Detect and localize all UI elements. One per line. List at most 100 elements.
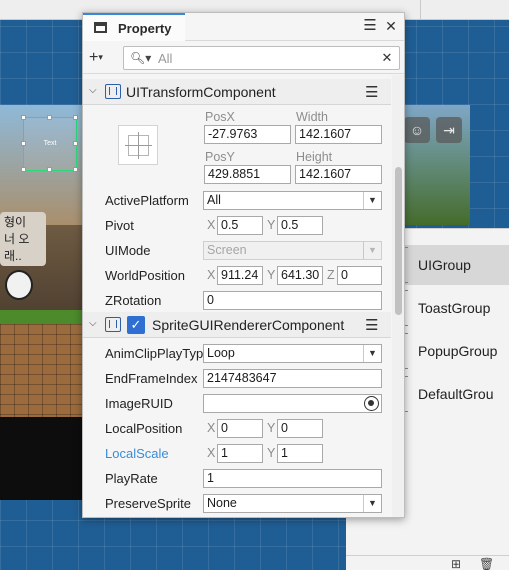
world-y-axis: Y (267, 268, 276, 282)
anchor-preset-widget[interactable] (118, 125, 158, 165)
posx-label: PosX (205, 110, 235, 124)
add-component-button[interactable]: +▾ (89, 49, 113, 67)
anchor-v-line (138, 132, 139, 159)
game-view-right[interactable]: ☺ ⇥ (404, 105, 470, 225)
property-content[interactable]: ⌵ UITransformComponent ☰ PosX Width -27.… (83, 75, 404, 517)
chevron-down-icon: ▾ (98, 52, 103, 62)
component-icon (105, 317, 121, 332)
local-scale-y-axis: Y (267, 446, 276, 460)
image-ruid-label: ImageRUID (105, 396, 173, 411)
resize-handle-tr[interactable] (73, 115, 78, 120)
editor-tab-edge (420, 0, 480, 20)
uitransform-name: UITransformComponent (126, 84, 276, 100)
resize-handle-tl[interactable] (21, 115, 26, 120)
close-icon[interactable]: ✕ (383, 18, 399, 34)
world-position-label: WorldPosition (105, 268, 185, 283)
uimode-select: Screen ▼ (203, 241, 382, 260)
play-rate-field[interactable]: 1 (203, 469, 382, 488)
add-group-icon[interactable]: ⊞ (449, 558, 463, 570)
component-icon (105, 84, 121, 99)
chevron-down-icon: ▼ (363, 345, 381, 362)
anim-clip-value: Loop (207, 346, 235, 360)
component-menu-icon[interactable]: ☰ (365, 83, 378, 101)
group-label: UIGroup (418, 257, 471, 273)
resize-handle-br[interactable] (73, 167, 78, 172)
play-rate-label: PlayRate (105, 471, 158, 486)
world-x-field[interactable]: 911.24 (217, 266, 263, 285)
width-label: Width (296, 110, 328, 124)
local-pos-x-field[interactable]: 0 (217, 419, 263, 438)
zrotation-label: ZRotation (105, 293, 162, 308)
window-title: Property (118, 21, 172, 36)
anim-clip-select[interactable]: Loop ▼ (203, 344, 382, 363)
end-frame-label: EndFrameIndex (105, 371, 198, 386)
collapse-chevron-icon[interactable]: ⌵ (89, 318, 97, 329)
speech-bubble: 형이 너 오 래.. (0, 212, 46, 266)
group-panel-footer: ⊞ 🗑 (346, 555, 509, 570)
target-picker-icon[interactable] (364, 396, 379, 411)
pivot-x-field[interactable]: 0.5 (217, 216, 263, 235)
window-menu-icon[interactable]: ☰ (362, 18, 378, 34)
resize-handle-t[interactable] (47, 115, 52, 120)
game-bricks (0, 324, 84, 417)
preserve-sprite-label: PreserveSprite (105, 496, 191, 511)
active-platform-select[interactable]: All ▼ (203, 191, 382, 210)
width-field[interactable]: 142.1607 (295, 125, 382, 144)
selected-text-widget[interactable]: Text (21, 115, 78, 172)
text-widget-label: Text (43, 140, 57, 147)
search-icon[interactable]: 🔍︎▾ (130, 51, 154, 65)
uimode-label: UIMode (105, 243, 151, 258)
local-position-label: LocalPosition (105, 421, 183, 436)
world-z-field[interactable]: 0 (337, 266, 382, 285)
enabled-checkbox[interactable]: ✓ (127, 316, 145, 334)
local-pos-y-axis: Y (267, 421, 276, 435)
search-box[interactable]: 🔍︎▾ ✕ (123, 46, 400, 70)
property-tab[interactable]: Property (83, 13, 185, 41)
scrollbar-thumb[interactable] (395, 167, 402, 315)
sprite-renderer-header[interactable]: ⌵ ✓ SpriteGUIRendererComponent ☰ (83, 312, 391, 338)
delete-group-icon[interactable]: 🗑 (479, 558, 494, 570)
resize-handle-bl[interactable] (21, 167, 26, 172)
clear-search-icon[interactable]: ✕ (378, 49, 396, 67)
local-pos-y-field[interactable]: 0 (277, 419, 323, 438)
zrotation-field[interactable]: 0 (203, 291, 382, 310)
pivot-y-field[interactable]: 0.5 (277, 216, 323, 235)
resize-handle-b[interactable] (47, 167, 52, 172)
active-platform-label: ActivePlatform (105, 193, 189, 208)
local-scale-y-field[interactable]: 1 (277, 444, 323, 463)
window-icon (94, 22, 107, 33)
character-avatar (5, 270, 33, 300)
property-titlebar[interactable]: Property ☰ ✕ (83, 13, 404, 41)
component-menu-icon[interactable]: ☰ (365, 316, 378, 334)
person-icon[interactable]: ☺ (404, 117, 430, 143)
world-y-field[interactable]: 641.30 (277, 266, 323, 285)
posy-label: PosY (205, 150, 235, 164)
pivot-x-axis: X (207, 218, 216, 232)
group-label: DefaultGrou (418, 386, 494, 402)
property-toolbar: +▾ 🔍︎▾ ✕ (83, 42, 404, 74)
search-input[interactable] (158, 49, 368, 67)
image-ruid-field[interactable] (203, 394, 382, 413)
preserve-sprite-select[interactable]: None ▼ (203, 494, 382, 513)
resize-handle-r[interactable] (73, 141, 78, 146)
posy-field[interactable]: 429.8851 (204, 165, 291, 184)
property-scrollbar[interactable] (392, 75, 404, 517)
group-label: ToastGroup (418, 300, 491, 316)
exit-icon[interactable]: ⇥ (436, 117, 462, 143)
preserve-sprite-value: None (207, 496, 237, 510)
posx-field[interactable]: -27.9763 (204, 125, 291, 144)
pivot-label: Pivot (105, 218, 134, 233)
local-scale-x-field[interactable]: 1 (217, 444, 263, 463)
property-window: Property ☰ ✕ +▾ 🔍︎▾ ✕ ⌵ UITransformCompo… (82, 12, 405, 518)
end-frame-field[interactable]: 2147483647 (203, 369, 382, 388)
world-z-axis: Z (327, 268, 335, 282)
resize-handle-l[interactable] (21, 141, 26, 146)
uitransform-header[interactable]: ⌵ UITransformComponent ☰ (83, 79, 391, 105)
local-pos-x-axis: X (207, 421, 216, 435)
height-field[interactable]: 142.1607 (295, 165, 382, 184)
active-platform-value: All (207, 193, 221, 207)
local-scale-x-axis: X (207, 446, 216, 460)
local-scale-label[interactable]: LocalScale (105, 446, 169, 461)
collapse-chevron-icon[interactable]: ⌵ (89, 85, 97, 96)
game-grass (0, 310, 84, 324)
